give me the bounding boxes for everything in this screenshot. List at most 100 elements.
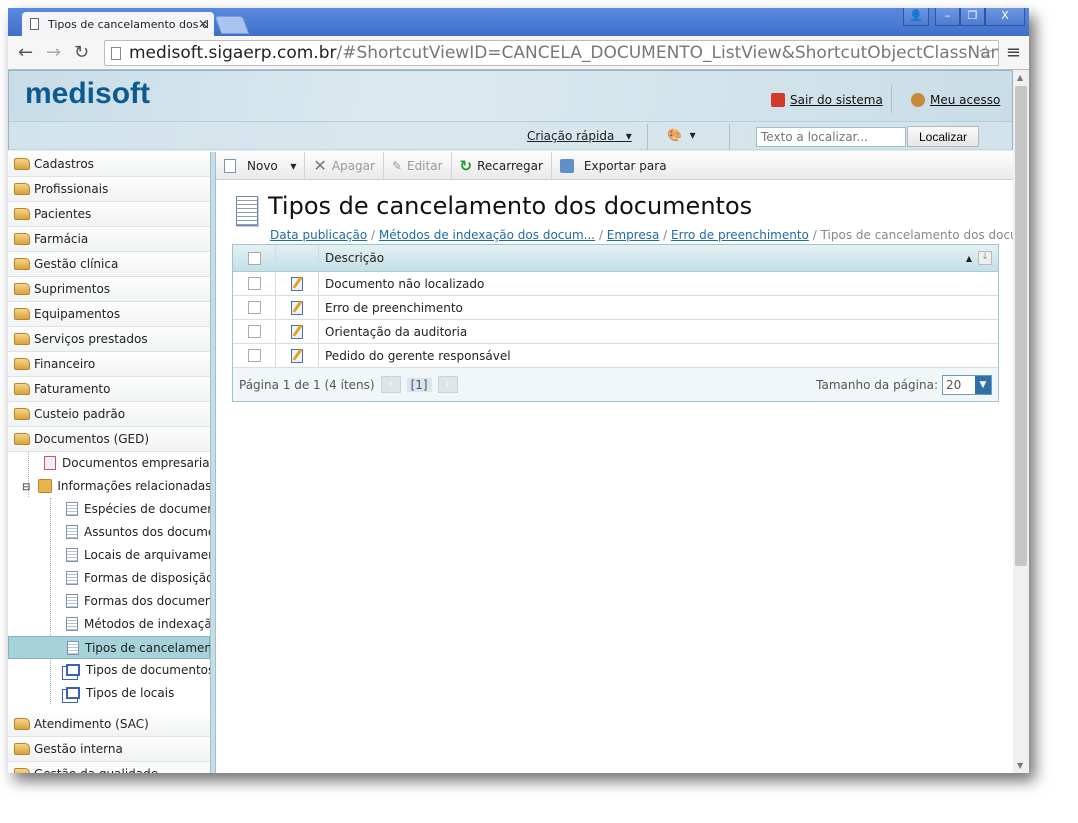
sidebar-group[interactable]: Gestão clínica — [8, 252, 210, 277]
sidebar-group[interactable]: Farmácia — [8, 227, 210, 252]
tree-item[interactable]: Espécies de documentos — [8, 498, 210, 521]
sidebar-group[interactable]: Documentos (GED) — [8, 427, 210, 452]
edit-icon[interactable] — [291, 300, 303, 315]
reload-button[interactable]: ↻ Recarregar — [452, 152, 552, 179]
breadcrumb-link[interactable]: Data publicação — [270, 228, 367, 242]
folder-icon — [14, 743, 30, 755]
table-row[interactable]: Erro de preenchimento — [233, 296, 998, 320]
row-checkbox[interactable] — [247, 301, 261, 314]
restore-button[interactable]: ❐ — [960, 8, 985, 26]
folder-icon — [14, 408, 30, 420]
search-input[interactable] — [756, 127, 906, 147]
logout-icon — [771, 93, 785, 107]
column-header-descricao[interactable]: Descrição ▲ ↓ — [319, 245, 998, 271]
tree-item[interactable]: Locais de arquivamento — [8, 544, 210, 567]
sidebar-group[interactable]: Profissionais — [8, 177, 210, 202]
tree-item[interactable]: Formas dos documentos — [8, 590, 210, 613]
new-button[interactable]: Novo ▾ — [216, 152, 306, 179]
menu-icon[interactable]: ≡ — [1006, 42, 1021, 63]
tree-label: Documentos empresariais — [62, 456, 210, 470]
table-row[interactable]: Documento não localizado — [233, 272, 998, 296]
row-checkbox[interactable] — [247, 325, 261, 338]
sidebar-group[interactable]: Cadastros — [8, 152, 210, 177]
new-tab-button[interactable] — [214, 16, 250, 34]
action-toolbar: Novo ▾ ✕ Apagar ✎ Editar ↻ Recarregar Expor… — [216, 152, 1013, 180]
quick-create-menu[interactable]: Criação rápida ▾ — [527, 129, 632, 143]
next-page-button[interactable]: › — [437, 376, 458, 393]
page-size-value: 20 — [946, 377, 962, 392]
tree-label: Tipos de cancelamento — [85, 641, 210, 655]
prev-page-button[interactable]: ‹ — [380, 376, 401, 393]
sidebar-group[interactable]: Atendimento (SAC) — [8, 712, 210, 737]
bookmark-star-icon[interactable]: ☆ — [978, 42, 994, 63]
list-view-icon — [236, 196, 258, 226]
sidebar-group-label: Cadastros — [34, 157, 94, 171]
sidebar-group[interactable]: Pacientes — [8, 202, 210, 227]
sidebar-group[interactable]: Gestão interna — [8, 737, 210, 762]
sidebar-group-label: Atendimento (SAC) — [34, 717, 149, 731]
tree-item[interactable]: Tipos de cancelamento — [8, 636, 210, 659]
breadcrumb-link[interactable]: Empresa — [607, 228, 660, 242]
main-content: Novo ▾ ✕ Apagar ✎ Editar ↻ Recarregar Expor… — [216, 152, 1029, 773]
row-checkbox[interactable] — [247, 277, 261, 290]
tree-item-informacoes-relacionadas[interactable]: ⊟ Informações relacionadas — [8, 475, 210, 498]
chevron-down-icon: ▼ — [975, 375, 991, 394]
table-row[interactable]: Orientação da auditoria — [233, 320, 998, 344]
sidebar-group[interactable]: Serviços prestados — [8, 327, 210, 352]
sidebar-group[interactable]: Financeiro — [8, 352, 210, 377]
user-icon[interactable]: 👤 — [903, 8, 929, 26]
sidebar: Cadastros Profissionais Pacientes Farmácia G… — [8, 152, 210, 773]
delete-button[interactable]: ✕ Apagar — [305, 152, 384, 179]
column-chooser-icon[interactable]: ↓ — [978, 251, 992, 265]
row-checkbox[interactable] — [247, 349, 261, 362]
edit-icon[interactable] — [291, 348, 303, 363]
close-tab-icon[interactable]: ✕ — [198, 17, 208, 31]
tree-item-documentos-empresariais[interactable]: Documentos empresariais — [8, 452, 210, 475]
close-window-button[interactable]: X — [985, 8, 1025, 26]
sidebar-group[interactable]: Gestão da qualidade — [8, 762, 210, 773]
tree-item[interactable]: Métodos de indexação — [8, 613, 210, 636]
select-all-checkbox[interactable] — [247, 251, 261, 265]
sidebar-group[interactable]: Equipamentos — [8, 302, 210, 327]
tree-item[interactable]: Assuntos dos documentos — [8, 521, 210, 544]
tree-label: Métodos de indexação — [84, 617, 210, 631]
table-row[interactable]: Pedido do gerente responsável — [233, 344, 998, 368]
back-icon[interactable]: ← — [18, 42, 33, 63]
logout-link[interactable]: Sair do sistema — [771, 93, 883, 107]
breadcrumb-link[interactable]: Erro de preenchimento — [671, 228, 809, 242]
delete-label: Apagar — [331, 158, 375, 173]
export-button[interactable]: Exportar para — [552, 152, 675, 179]
tree-item[interactable]: Formas de disposição — [8, 567, 210, 590]
row-description: Orientação da auditoria — [325, 324, 468, 339]
page-icon — [30, 18, 39, 30]
vertical-scrollbar[interactable]: ▲ ▼ — [1013, 70, 1029, 773]
refresh-icon: ↻ — [459, 156, 473, 175]
sidebar-group[interactable]: Suprimentos — [8, 277, 210, 302]
page-size-select[interactable]: 20 ▼ — [942, 374, 992, 395]
tree-item[interactable]: Tipos de locais — [8, 682, 210, 705]
tree-label: Espécies de documentos — [84, 502, 210, 516]
url-input[interactable]: medisoft.sigaerp.com.br/#ShortcutViewID=… — [104, 40, 999, 66]
theme-menu[interactable]: 🎨 ▾ — [667, 128, 696, 142]
document-icon — [44, 456, 56, 470]
minimize-button[interactable]: – — [935, 8, 960, 26]
sidebar-group-label: Financeiro — [34, 357, 96, 371]
edit-icon[interactable] — [291, 324, 303, 339]
search-button[interactable]: Localizar — [907, 126, 979, 147]
current-page[interactable]: [1] — [406, 377, 432, 392]
sidebar-group-label: Faturamento — [34, 382, 111, 396]
scrollbar-thumb[interactable] — [1015, 86, 1027, 566]
breadcrumb: Data publicação / Métodos de indexação d… — [270, 228, 1029, 242]
tree-label: Informações relacionadas — [57, 479, 210, 493]
forward-icon[interactable]: → — [46, 42, 61, 63]
browser-tab[interactable]: Tipos de cancelamento dos d ✕ — [22, 12, 214, 36]
collapse-icon[interactable]: ⊟ — [22, 482, 30, 493]
tree-item[interactable]: Tipos de documentos — [8, 659, 210, 682]
edit-button[interactable]: ✎ Editar — [384, 152, 452, 179]
reload-icon[interactable]: ↻ — [74, 42, 89, 63]
edit-icon[interactable] — [291, 276, 303, 291]
sidebar-group[interactable]: Custeio padrão — [8, 402, 210, 427]
sidebar-group[interactable]: Faturamento — [8, 377, 210, 402]
my-access-link[interactable]: Meu acesso — [911, 93, 1000, 107]
breadcrumb-link[interactable]: Métodos de indexação dos docum... — [379, 228, 595, 242]
